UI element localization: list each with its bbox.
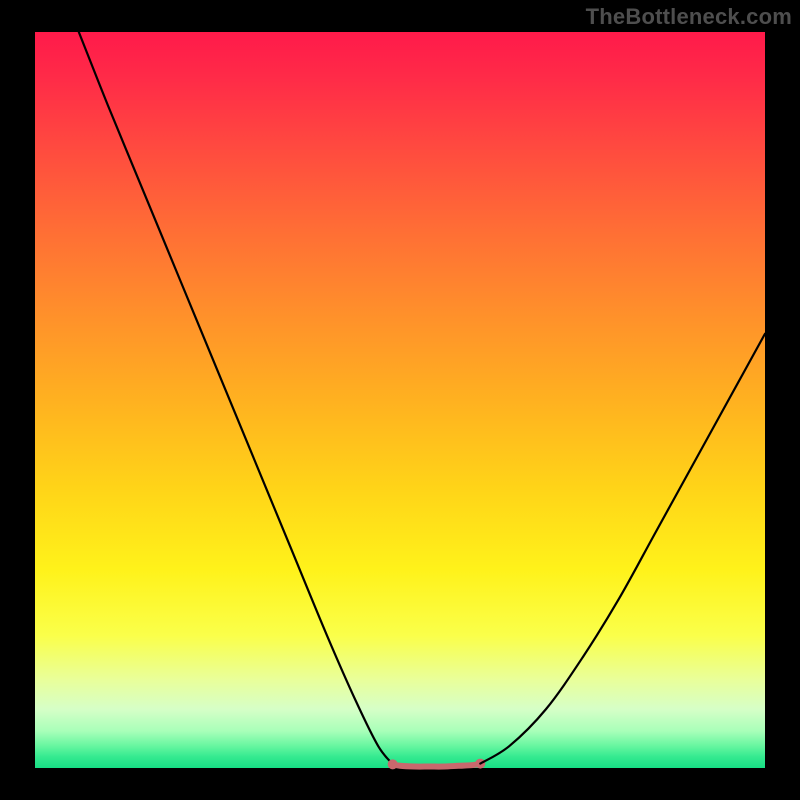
plot-area (35, 32, 765, 768)
valley-end-dot-0 (388, 759, 398, 769)
chart-frame: TheBottleneck.com (0, 0, 800, 800)
curve-group (79, 32, 765, 769)
series-valley-floor (393, 764, 481, 767)
series-right-curve (480, 334, 765, 764)
watermark-text: TheBottleneck.com (586, 4, 792, 30)
curve-layer (35, 32, 765, 768)
series-left-curve (79, 32, 393, 764)
